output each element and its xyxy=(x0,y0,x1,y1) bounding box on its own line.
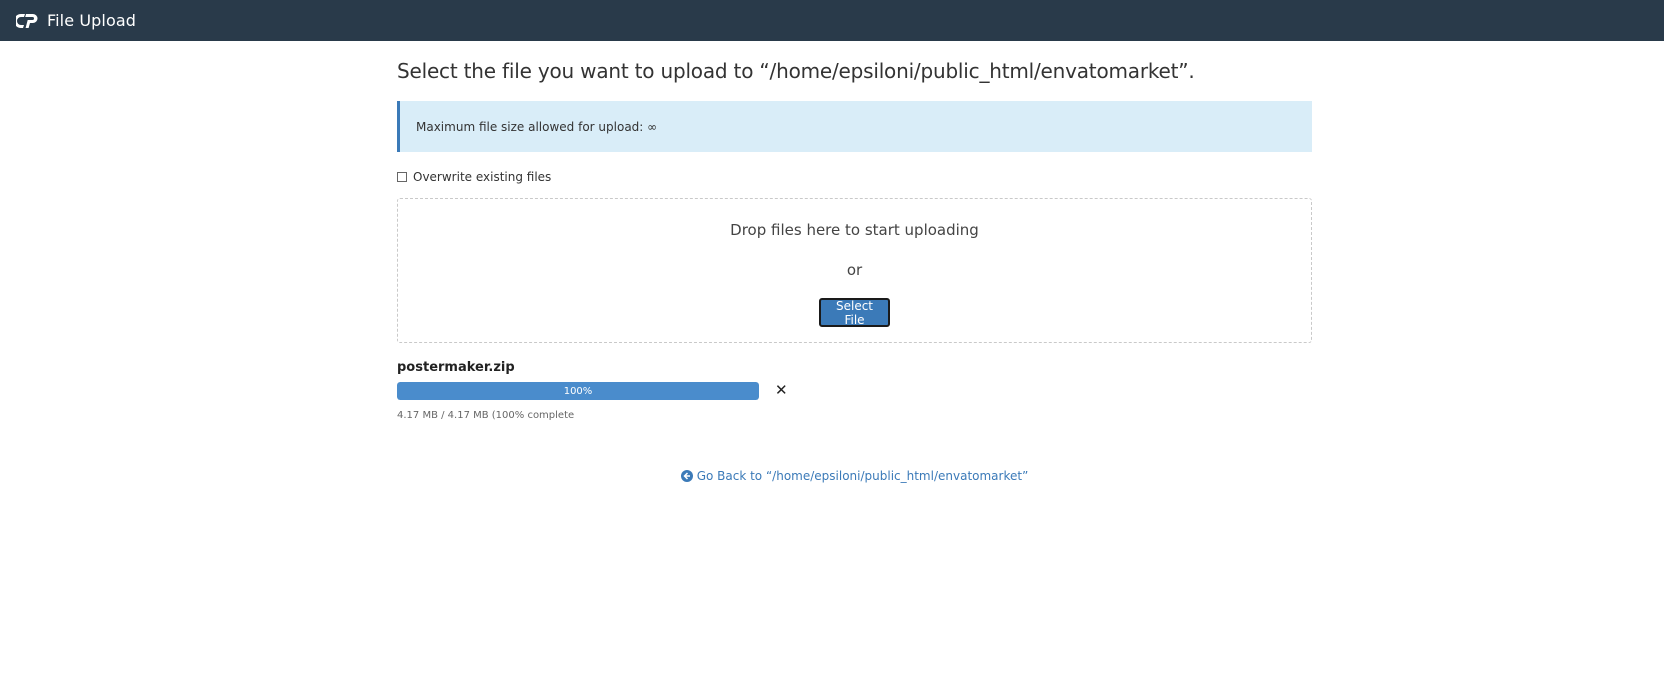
cpanel-logo-icon[interactable] xyxy=(16,12,41,30)
go-back-link[interactable]: Go Back to “/home/epsiloni/public_html/e… xyxy=(397,469,1312,483)
close-icon[interactable]: ✕ xyxy=(775,381,788,399)
max-size-text: Maximum file size allowed for upload: ∞ xyxy=(416,119,658,134)
upload-file-name: postermaker.zip xyxy=(397,360,515,375)
file-dropzone[interactable]: Drop files here to start uploading or Se… xyxy=(397,198,1312,343)
upload-progress-fill: 100% xyxy=(397,382,759,400)
upload-status-text: 4.17 MB / 4.17 MB (100% complete xyxy=(397,410,575,421)
app-title: File Upload xyxy=(47,11,137,30)
go-back-text[interactable]: Go Back to “/home/epsiloni/public_html/e… xyxy=(697,469,1029,483)
or-text: or xyxy=(846,261,863,279)
max-size-alert: Maximum file size allowed for upload: ∞ xyxy=(397,101,1312,152)
arrow-circle-left-icon xyxy=(680,470,693,482)
overwrite-option[interactable]: Overwrite existing files xyxy=(397,170,551,184)
drop-text: Drop files here to start uploading xyxy=(730,221,979,239)
upload-progress-bar: 100% xyxy=(397,382,759,400)
overwrite-label: Overwrite existing files xyxy=(413,170,552,184)
overwrite-checkbox[interactable] xyxy=(397,172,407,182)
select-file-button[interactable]: Select File xyxy=(819,298,890,327)
top-bar: File Upload xyxy=(0,0,1664,41)
page-heading: Select the file you want to upload to “/… xyxy=(397,59,1195,83)
upload-progress-label: 100% xyxy=(563,385,593,397)
